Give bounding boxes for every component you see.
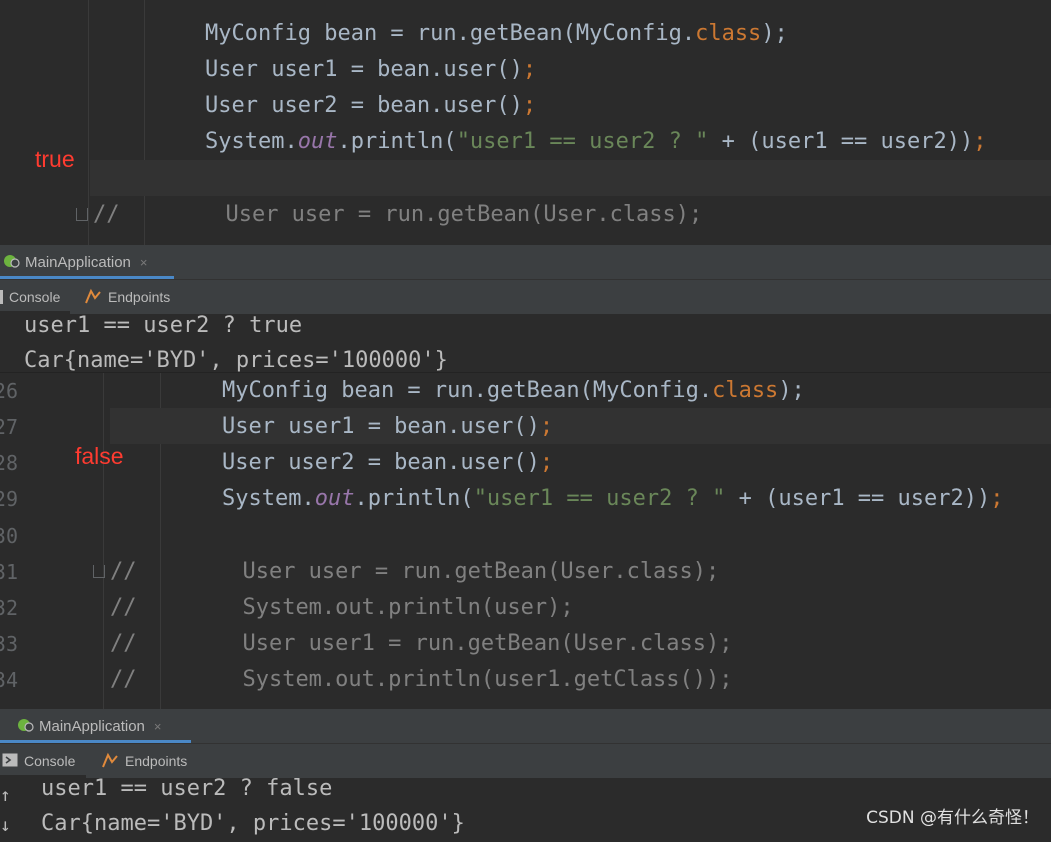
spring-boot-icon (16, 716, 34, 736)
console-line: user1 == user2 ? true (24, 313, 303, 338)
annotation-label: true (35, 146, 75, 172)
code-line[interactable]: User user2 = bean.user(); (205, 88, 536, 124)
line-number: 26 (0, 379, 18, 403)
code-line[interactable]: User user2 = bean.user(); (222, 445, 553, 481)
code-line[interactable]: System.out.println("user1 == user2 ? " +… (205, 124, 987, 160)
gutter-divider (103, 373, 104, 711)
line-number: 34 (0, 668, 18, 692)
endpoints-icon (101, 752, 119, 771)
line-number: 27 (0, 415, 18, 439)
code-editor-bottom[interactable]: 26 27 28 29 30 31 32 33 34 MyConfig bean… (0, 372, 1051, 711)
code-line-comment[interactable]: // System.out.println(user1.getClass()); (110, 662, 733, 698)
fold-marker-icon[interactable] (76, 208, 88, 221)
fold-marker-icon[interactable] (93, 565, 105, 578)
line-number: 32 (0, 596, 18, 620)
line-number: 29 (0, 487, 18, 511)
code-line-comment[interactable]: // User user1 = run.getBean(User.class); (110, 626, 733, 662)
run-tab-bar: MainApplication × (0, 709, 1051, 744)
line-number: 33 (0, 632, 18, 656)
code-line[interactable]: MyConfig bean = run.getBean(MyConfig.cla… (222, 373, 805, 409)
console-output-top[interactable]: user1 == user2 ? true Car{name='BYD', pr… (0, 313, 1051, 375)
console-icon (2, 753, 18, 770)
scroll-up-arrow-icon[interactable]: ↑ (0, 785, 11, 806)
scroll-down-arrow-icon[interactable]: ↓ (0, 815, 11, 836)
code-editor-top[interactable]: MyConfig bean = run.getBean(MyConfig.cla… (0, 0, 1051, 248)
endpoints-icon (84, 288, 102, 307)
console-icon (0, 290, 3, 304)
run-tab-main-application[interactable]: MainApplication × (0, 245, 148, 279)
code-line-comment[interactable]: // System.out.println(user); (110, 590, 574, 626)
code-line[interactable]: MyConfig bean = run.getBean(MyConfig.cla… (205, 16, 788, 52)
code-line[interactable]: System.out.println("user1 == user2 ? " +… (222, 481, 1004, 517)
annotation-label: false (75, 443, 124, 469)
line-number: 28 (0, 451, 18, 475)
run-tab-main-application[interactable]: MainApplication × (14, 709, 162, 743)
active-tab-indicator (0, 740, 191, 743)
line-number: 30 (0, 524, 18, 548)
code-line-comment[interactable]: // User user = run.getBean(User.class); (110, 554, 719, 590)
run-tab-bar: MainApplication × (0, 245, 1051, 280)
run-tab-label: MainApplication (39, 717, 145, 735)
close-icon[interactable]: × (154, 719, 162, 734)
spring-boot-icon (2, 252, 20, 272)
console-line: Car{name='BYD', prices='100000'} (41, 811, 465, 836)
run-tab-label: MainApplication (25, 253, 131, 271)
watermark: CSDN @有什么奇怪！ (866, 808, 1039, 828)
console-line: user1 == user2 ? false (41, 776, 333, 801)
code-line[interactable]: User user1 = bean.user(); (222, 409, 553, 445)
line-number: 31 (0, 560, 18, 584)
close-icon[interactable]: × (140, 255, 148, 270)
code-line[interactable]: User user1 = bean.user(); (205, 52, 536, 88)
active-tab-indicator (0, 276, 174, 279)
current-line-highlight (90, 160, 1051, 196)
code-line-comment[interactable]: // User user = run.getBean(User.class); (93, 197, 702, 233)
gutter-divider (88, 0, 89, 248)
